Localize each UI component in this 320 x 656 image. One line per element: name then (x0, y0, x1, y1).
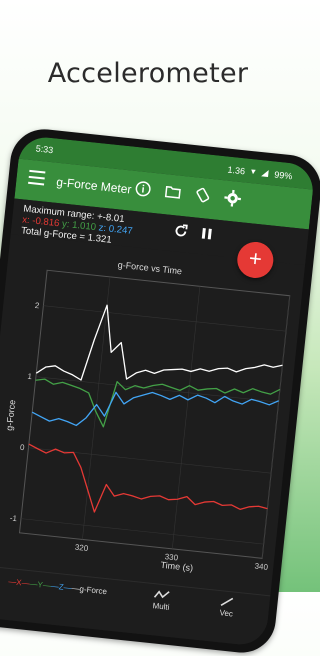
app-screen: 5:33 1.36 ▾ ◢ 99% g-Force Meter Maximum … (0, 135, 315, 647)
series-line-z (31, 375, 278, 446)
app-title: g-Force Meter (56, 175, 132, 197)
phone-frame: 5:33 1.36 ▾ ◢ 99% g-Force Meter Maximum … (0, 126, 320, 656)
y-gridline (36, 377, 279, 403)
menu-icon[interactable] (28, 170, 45, 186)
x-tick-label: 320 (74, 543, 89, 553)
legend-z: —Z— (50, 581, 72, 592)
series-line-x (22, 444, 271, 530)
legend-x: —X— (8, 577, 30, 588)
signal-icon: ◢ (261, 167, 269, 179)
network-speed: 1.36 (227, 164, 245, 176)
folder-icon[interactable] (163, 182, 183, 202)
series-line-total (36, 299, 287, 401)
y-tick-label: 0 (20, 443, 26, 452)
pause-icon[interactable] (197, 224, 217, 244)
nav-multi-label: Multi (152, 601, 170, 612)
x-tick-label: 330 (164, 552, 179, 562)
headline: Accelerometer (0, 58, 296, 89)
x-gridline (262, 296, 290, 559)
x-gridline (82, 277, 110, 540)
chart-legend: —X——Y——Z——g-Force (8, 577, 108, 596)
y-gridline (21, 519, 264, 545)
rotate-icon[interactable] (193, 185, 213, 205)
status-time: 5:33 (35, 143, 53, 155)
gear-icon[interactable] (223, 188, 243, 208)
multi-graph-icon (154, 588, 171, 602)
nav-vector-label: Vec (219, 608, 233, 618)
gforce-chart: g-Force vs Time g-Force Time (s) 210-132… (0, 244, 304, 583)
plot-area (20, 270, 290, 558)
x-gridline (172, 286, 200, 549)
vector-icon (219, 595, 236, 609)
reset-icon[interactable] (171, 221, 191, 241)
y-gridline (43, 306, 286, 332)
y-gridline (28, 448, 271, 474)
y-tick-label: 1 (27, 372, 33, 381)
legend-y: —Y— (29, 579, 51, 590)
chart-y-label: g-Force (4, 399, 17, 431)
y-tick-label: -1 (9, 513, 18, 523)
y-tick-label: 2 (34, 301, 40, 310)
battery-level: 99% (274, 169, 293, 181)
chart-title: g-Force vs Time (117, 260, 182, 277)
info-icon[interactable] (133, 179, 153, 199)
x-tick-label: 340 (254, 562, 269, 572)
nav-vector[interactable]: Vec (218, 595, 236, 619)
wifi-icon: ▾ (250, 166, 256, 177)
legend-gforce: —g-Force (71, 584, 107, 597)
